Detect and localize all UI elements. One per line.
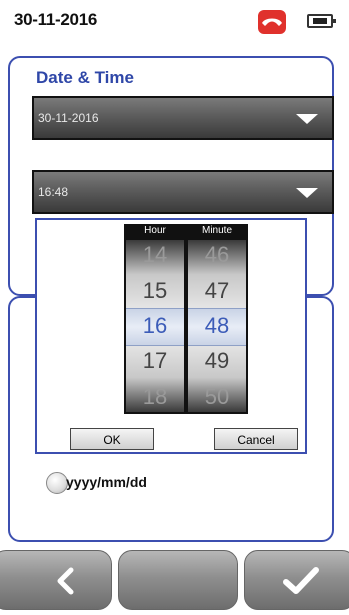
chevron-down-icon [296,188,318,198]
date-format-label: yyyy/mm/dd [66,474,147,490]
hang-up-phone-icon[interactable] [258,10,286,34]
date-format-radio[interactable] [46,472,68,494]
bottom-nav [0,542,349,615]
date-dropdown-value: 30-11-2016 [38,111,99,125]
hour-option[interactable]: 18 [126,380,184,412]
minute-column-header: Minute [201,225,232,236]
minute-option[interactable]: 46 [188,240,246,272]
hour-option-selected[interactable]: 16 [126,309,184,343]
status-bar: 30-11-2016 [0,0,349,40]
minute-option[interactable]: 49 [188,344,246,378]
hour-option[interactable]: 17 [126,344,184,378]
cancel-button[interactable]: Cancel [214,428,298,450]
time-dropdown[interactable]: 16:48 [32,170,334,214]
time-picker-wheels: Hour Minute 14 15 16 17 18 46 47 48 49 5… [124,224,248,414]
date-dropdown[interactable]: 30-11-2016 [32,96,334,140]
time-dropdown-value: 16:48 [38,185,69,199]
minute-option[interactable]: 47 [188,274,246,308]
back-button[interactable] [0,550,112,610]
section-title: Date & Time [36,68,134,87]
battery-icon [307,14,336,28]
chevron-left-icon [57,567,74,595]
checkmark-icon [283,567,319,594]
minute-option[interactable]: 50 [188,380,246,412]
chevron-down-icon [296,114,318,124]
minute-wheel[interactable]: 46 47 48 49 50 [188,240,246,412]
hour-wheel[interactable]: 14 15 16 17 18 [126,240,184,412]
hour-column-header: Hour [144,225,166,236]
blank-nav-button[interactable] [118,550,238,610]
hour-option[interactable]: 15 [126,274,184,308]
minute-option-selected[interactable]: 48 [188,309,246,343]
ok-button[interactable]: OK [70,428,154,450]
confirm-button[interactable] [244,550,349,610]
hour-option[interactable]: 14 [126,240,184,272]
status-date: 30-11-2016 [14,10,98,29]
